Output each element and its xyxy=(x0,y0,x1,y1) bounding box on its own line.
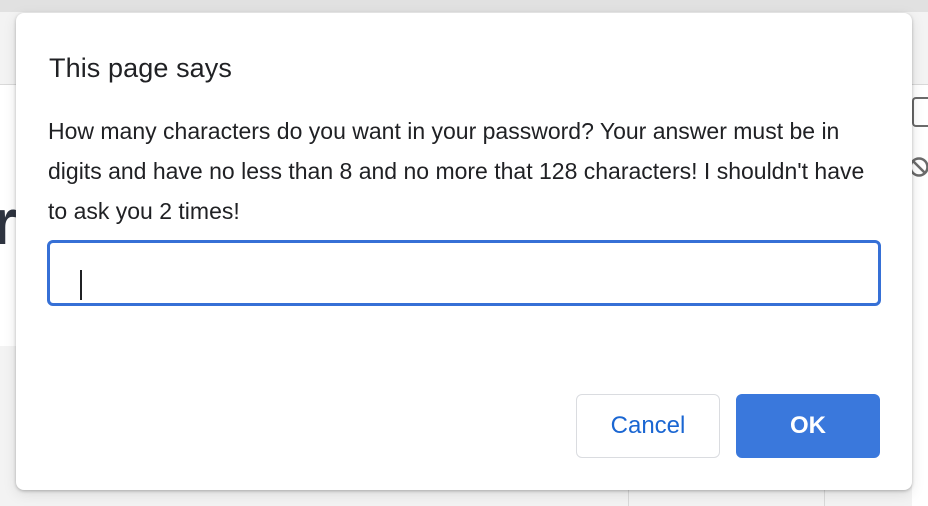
text-caret xyxy=(80,270,82,300)
ok-button[interactable]: OK xyxy=(736,394,880,458)
background-heading-fragment: r xyxy=(0,186,17,258)
prompt-dialog: This page says How many characters do yo… xyxy=(16,13,912,490)
browser-top-bar xyxy=(0,0,928,12)
dialog-title: This page says xyxy=(49,53,232,83)
prompt-input[interactable] xyxy=(47,240,881,306)
background-checkbox[interactable] xyxy=(912,97,928,127)
background-right-panel xyxy=(912,84,928,506)
dialog-message: How many characters do you want in your … xyxy=(48,118,865,224)
cancel-button[interactable]: Cancel xyxy=(576,394,720,458)
